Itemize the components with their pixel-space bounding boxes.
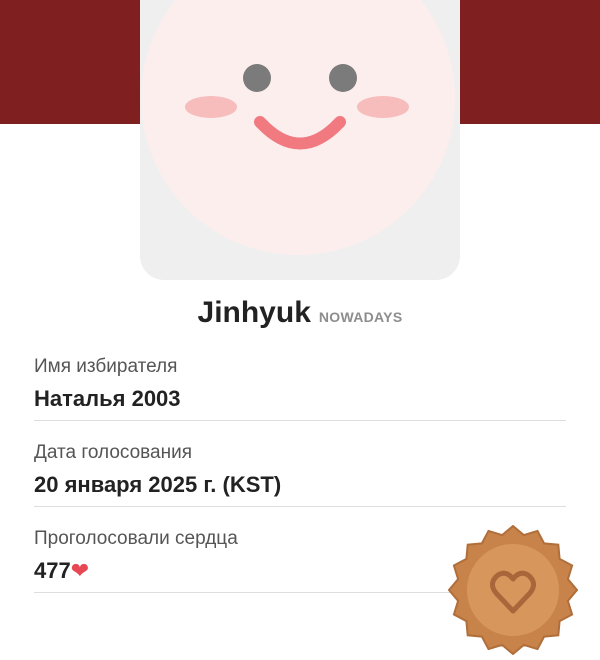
- divider: [34, 420, 566, 421]
- idol-name: Jinhyuk: [197, 296, 311, 329]
- hearts-count: 477: [34, 558, 71, 583]
- smiling-face-avatar-icon: [141, 0, 455, 255]
- name-row: Jinhyuk NOWADAYS: [0, 296, 600, 330]
- voter-name-value: Наталья 2003: [34, 386, 181, 411]
- vote-date-field: Дата голосования 20 января 2025 г. (KST): [34, 441, 566, 499]
- voter-name-field: Имя избирателя Наталья 2003: [34, 355, 566, 413]
- divider: [34, 506, 566, 507]
- heart-seal-badge-icon: [447, 524, 579, 656]
- vote-date-value: 20 января 2025 г. (KST): [34, 472, 282, 497]
- avatar: [140, 0, 460, 280]
- group-name: NOWADAYS: [318, 309, 403, 325]
- heart-icon: ❤: [70, 558, 90, 583]
- vote-date-label: Дата голосования: [34, 442, 193, 463]
- voter-name-label: Имя избирателя: [34, 356, 178, 377]
